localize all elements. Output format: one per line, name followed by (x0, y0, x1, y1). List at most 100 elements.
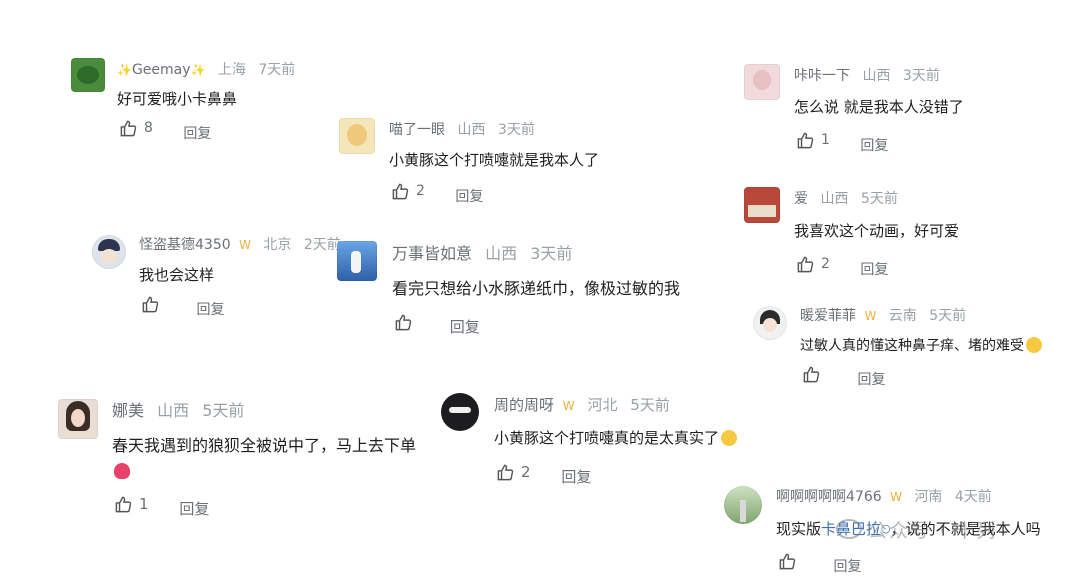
like-button[interactable] (802, 365, 827, 384)
avatar[interactable] (339, 118, 375, 154)
comment-text: 我喜欢这个动画，好可爱 (794, 222, 960, 240)
reply-button[interactable]: 回复 (860, 138, 888, 154)
reply-button[interactable]: 回复 (455, 189, 483, 205)
crying-emoji-icon (721, 430, 738, 446)
timestamp: 5天前 (202, 401, 245, 420)
reply-button[interactable]: 回复 (860, 262, 888, 278)
location: 上海 (217, 62, 246, 78)
like-button[interactable]: 2 (796, 254, 830, 274)
timestamp: 3天前 (530, 244, 573, 263)
comment-meta: 暖爱菲菲 W 云南 5天前 (800, 306, 966, 326)
like-button[interactable]: 2 (496, 462, 531, 482)
avatar[interactable] (744, 187, 780, 223)
avatar[interactable] (441, 393, 479, 431)
comment-actions: 回复 (778, 552, 861, 577)
comment-text: 过敏人真的懂这种鼻子痒、堵的难受 (800, 334, 1042, 358)
comment-text: 春天我遇到的狼狈全被说中了，马上去下单 (112, 433, 422, 483)
thumbs-up-icon (120, 120, 137, 136)
comment-meta: 周的周呀 W 河北 5天前 (494, 395, 670, 416)
commenter-name[interactable]: 暖爱菲菲 (800, 308, 856, 324)
thumbs-up-icon (803, 366, 820, 383)
comment-actions: 2 回复 (796, 254, 888, 280)
comment-text-pre: 现实版 (776, 520, 822, 538)
thumbs-up-icon (497, 464, 514, 480)
like-button[interactable]: 1 (114, 494, 149, 514)
comment-actions: 回复 (141, 295, 224, 320)
comment-actions: 8 回复 (119, 118, 211, 144)
comment-text-body: 小黄豚这个打喷嚏真的是太真实了 (494, 429, 720, 447)
commenter-name[interactable]: 娜美 (112, 401, 144, 420)
location: 山西 (862, 68, 891, 84)
avatar[interactable] (724, 486, 762, 524)
like-button[interactable] (778, 552, 803, 571)
commenter-name[interactable]: 啊啊啊啊啊4766 (776, 489, 882, 505)
heart-emoji-icon (114, 463, 130, 479)
avatar[interactable] (744, 64, 780, 100)
like-count: 2 (821, 256, 830, 272)
reply-button[interactable]: 回复 (183, 126, 211, 142)
comment-actions: 1 回复 (114, 494, 209, 519)
thumbs-up-icon (115, 496, 132, 512)
reply-button[interactable]: 回复 (196, 302, 224, 318)
like-button[interactable] (394, 313, 419, 332)
reply-button[interactable]: 回复 (179, 500, 209, 518)
location: 山西 (157, 401, 190, 420)
reply-button[interactable]: 回复 (561, 468, 591, 486)
wechat-logo-icon (836, 519, 862, 539)
commenter-name[interactable]: Geemay (132, 62, 191, 78)
like-count: 1 (821, 132, 830, 148)
thumbs-up-icon (797, 256, 814, 272)
comment-text: 好可爱哦小卡鼻鼻 (117, 90, 238, 108)
commenter-name[interactable]: 周的周呀 (494, 396, 554, 414)
vip-badge-icon: W (562, 399, 575, 413)
like-button[interactable]: 2 (391, 181, 425, 201)
vip-badge-icon: W (890, 490, 902, 504)
watermark: 公众号 · 十列 (836, 516, 997, 543)
thumbs-up-icon (779, 553, 796, 570)
comment-text-body: 春天我遇到的狼狈全被说中了，马上去下单 (112, 436, 417, 455)
location: 山西 (820, 191, 849, 207)
crying-emoji-icon (1026, 337, 1042, 353)
comment-meta: 爱 山西 5天前 (794, 189, 898, 209)
timestamp: 5天前 (630, 396, 670, 414)
commenter-name[interactable]: 咔咔一下 (794, 68, 850, 84)
reply-button[interactable]: 回复 (833, 559, 861, 575)
comment-text: 怎么说 就是我本人没错了 (794, 98, 964, 116)
comment-text: 看完只想给小水豚递纸巾，像极过敏的我 (392, 279, 681, 298)
comment-text: 我也会这样 (139, 266, 215, 284)
timestamp: 5天前 (929, 308, 967, 324)
like-button[interactable]: 1 (796, 130, 830, 150)
location: 山西 (485, 244, 518, 263)
commenter-name[interactable]: 万事皆如意 (392, 244, 472, 263)
commenter-name[interactable]: 爱 (794, 191, 808, 207)
like-button[interactable] (141, 295, 166, 314)
avatar[interactable] (753, 306, 787, 340)
comment-text: 小黄豚这个打喷嚏就是我本人了 (389, 151, 600, 169)
avatar[interactable] (337, 241, 377, 281)
avatar[interactable] (92, 235, 126, 269)
comment-meta: 喵了一眼 山西 3天前 (389, 120, 535, 140)
location: 北京 (263, 237, 292, 253)
thumbs-up-icon (395, 314, 412, 331)
like-count: 1 (139, 495, 149, 513)
timestamp: 2天前 (303, 237, 341, 253)
vip-badge-icon: W (864, 309, 877, 323)
timestamp: 7天前 (258, 62, 296, 78)
avatar[interactable] (71, 58, 105, 92)
location: 河南 (914, 489, 943, 505)
commenter-name[interactable]: 怪盗基德4350 (139, 237, 231, 253)
thumbs-up-icon (797, 132, 814, 148)
like-button[interactable]: 8 (119, 118, 153, 138)
avatar[interactable] (58, 399, 98, 439)
vip-badge-icon: W (239, 238, 251, 252)
reply-button[interactable]: 回复 (857, 372, 885, 388)
thumbs-up-icon (142, 296, 159, 313)
comment-actions: 2 回复 (391, 181, 483, 207)
timestamp: 4天前 (954, 489, 992, 505)
watermark-text: 公众号 · 十列 (868, 520, 998, 542)
reply-button[interactable]: 回复 (450, 318, 480, 336)
comment-meta: 啊啊啊啊啊4766 W 河南 4天前 (776, 487, 992, 507)
commenter-name[interactable]: 喵了一眼 (389, 122, 445, 138)
location: 云南 (888, 308, 917, 324)
comment-text-body: 过敏人真的懂这种鼻子痒、堵的难受 (800, 338, 1024, 354)
